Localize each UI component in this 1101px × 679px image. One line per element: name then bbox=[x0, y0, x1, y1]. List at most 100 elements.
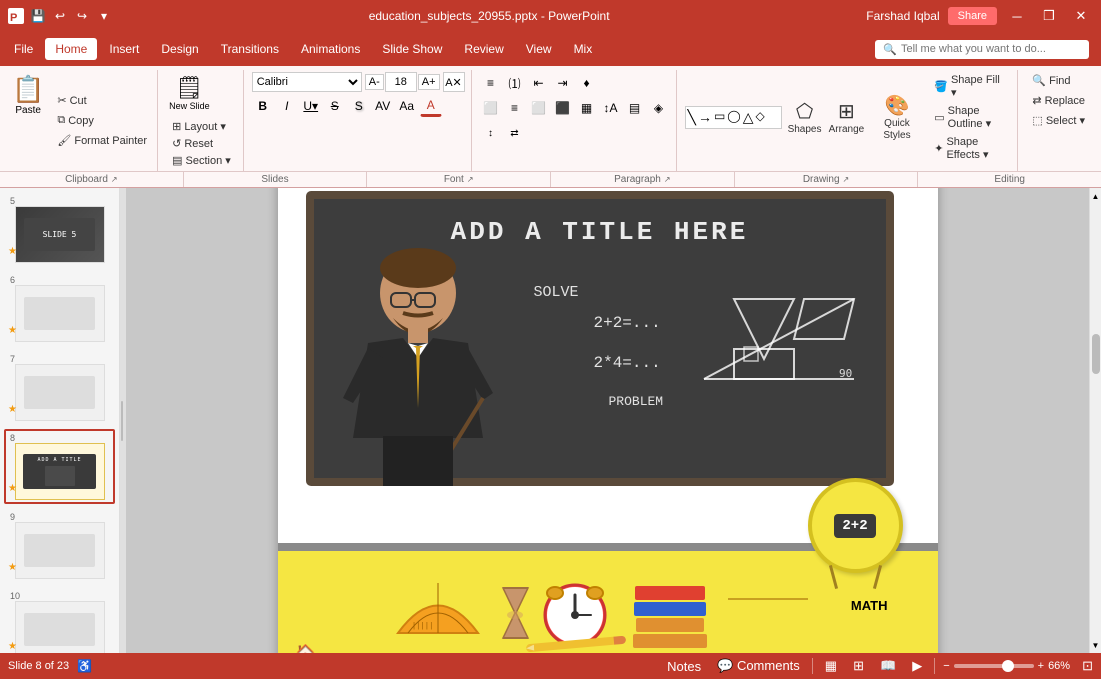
layout-button[interactable]: ⊞ Layout▾ bbox=[166, 118, 237, 135]
scroll-thumb[interactable] bbox=[1092, 334, 1100, 374]
shape-oval[interactable]: ◯ bbox=[727, 109, 740, 126]
menu-mix[interactable]: Mix bbox=[564, 38, 603, 60]
search-input[interactable] bbox=[901, 43, 1081, 55]
search-box[interactable]: 🔍 bbox=[875, 40, 1089, 59]
smartart-button[interactable]: ♦ bbox=[576, 72, 598, 94]
new-slide-button[interactable]: 🗒 New Slide bbox=[166, 72, 213, 114]
zoom-out-button[interactable]: − bbox=[943, 660, 949, 672]
arrange-button[interactable]: ⊞ Arrange bbox=[827, 97, 866, 139]
customize-icon[interactable]: ▾ bbox=[96, 8, 112, 24]
bold-button[interactable]: B bbox=[252, 95, 274, 117]
select-button[interactable]: ⬚ Select ▾ bbox=[1026, 112, 1091, 129]
paragraph-expand-icon[interactable]: ↗ bbox=[664, 175, 671, 184]
redo-icon[interactable]: ↪ bbox=[74, 8, 90, 24]
scroll-up-button[interactable]: ▲ bbox=[1090, 188, 1101, 204]
increase-font-button[interactable]: A+ bbox=[418, 74, 440, 90]
zoom-slider-thumb[interactable] bbox=[1002, 660, 1014, 672]
slide-thumb-9[interactable]: 9 ★ bbox=[4, 508, 115, 583]
font-size-input[interactable] bbox=[385, 72, 417, 92]
align-right-button[interactable]: ⬜ bbox=[528, 97, 550, 119]
align-center-button[interactable]: ≡ bbox=[504, 97, 526, 119]
close-button[interactable]: ✕ bbox=[1069, 4, 1093, 28]
copy-button[interactable]: ⧉ Copy bbox=[51, 112, 153, 129]
font-color-button[interactable]: A bbox=[420, 95, 442, 117]
justify-button[interactable]: ⬛ bbox=[552, 97, 574, 119]
save-icon[interactable]: 💾 bbox=[30, 8, 46, 24]
slide-thumb-5[interactable]: 5 SLIDE 5 ★ bbox=[4, 192, 115, 267]
menu-animations[interactable]: Animations bbox=[291, 38, 370, 60]
comments-button[interactable]: 💬 Comments bbox=[713, 656, 804, 676]
char-spacing-button[interactable]: AV bbox=[372, 95, 394, 117]
zoom-in-button[interactable]: + bbox=[1038, 660, 1044, 672]
notes-button[interactable]: Notes bbox=[663, 657, 705, 676]
fit-button[interactable]: ⊡ bbox=[1082, 658, 1093, 674]
paste-button[interactable]: 📋 Paste bbox=[8, 70, 48, 120]
slide-sorter-button[interactable]: ⊞ bbox=[849, 656, 868, 676]
paragraph-direction-button[interactable]: ⇄ bbox=[504, 122, 526, 144]
find-button[interactable]: 🔍 Find bbox=[1026, 72, 1091, 89]
status-divider2 bbox=[934, 658, 935, 674]
font-expand-icon[interactable]: ↗ bbox=[467, 175, 474, 184]
paste-icon: 📋 bbox=[12, 74, 44, 105]
strikethrough-button[interactable]: S bbox=[324, 95, 346, 117]
shadow-button[interactable]: S bbox=[348, 95, 370, 117]
reading-view-button[interactable]: 📖 bbox=[876, 656, 900, 676]
shape-rect[interactable]: ▭ bbox=[714, 109, 725, 126]
undo-icon[interactable]: ↩ bbox=[52, 8, 68, 24]
columns-button[interactable]: ▦ bbox=[576, 97, 598, 119]
slide-thumb-8[interactable]: 8 ADD A TITLE ★ bbox=[4, 429, 115, 504]
shape-line[interactable]: ╲ bbox=[688, 109, 696, 126]
font-name-select[interactable]: Calibri bbox=[252, 72, 362, 92]
reset-icon: ↺ bbox=[172, 137, 181, 150]
text-direction-button[interactable]: ↕A bbox=[600, 97, 622, 119]
slide-thumb-6[interactable]: 6 ★ bbox=[4, 271, 115, 346]
align-left-button[interactable]: ⬜ bbox=[480, 97, 502, 119]
slide-thumb-10[interactable]: 10 ★ bbox=[4, 587, 115, 653]
quick-styles-button[interactable]: 🎨 Quick Styles bbox=[870, 91, 925, 145]
menu-file[interactable]: File bbox=[4, 38, 43, 60]
menu-slideshow[interactable]: Slide Show bbox=[372, 38, 452, 60]
decrease-indent-button[interactable]: ⇤ bbox=[528, 72, 550, 94]
convert-smartart-button[interactable]: ◈ bbox=[648, 97, 670, 119]
clipboard-expand-icon[interactable]: ↗ bbox=[111, 175, 118, 184]
menu-insert[interactable]: Insert bbox=[99, 38, 149, 60]
reset-button[interactable]: ↺ Reset bbox=[166, 135, 237, 152]
menu-view[interactable]: View bbox=[516, 38, 562, 60]
italic-button[interactable]: I bbox=[276, 95, 298, 117]
share-button[interactable]: Share bbox=[948, 7, 997, 25]
underline-button[interactable]: U▾ bbox=[300, 95, 322, 117]
cut-button[interactable]: ✂ Cut bbox=[51, 92, 153, 109]
scroll-track[interactable] bbox=[1091, 204, 1101, 637]
zoom-slider[interactable] bbox=[954, 664, 1034, 668]
menu-home[interactable]: Home bbox=[45, 38, 97, 60]
menu-transitions[interactable]: Transitions bbox=[211, 38, 289, 60]
bullets-button[interactable]: ≡ bbox=[480, 72, 502, 94]
menu-review[interactable]: Review bbox=[454, 38, 513, 60]
numbering-button[interactable]: ⑴ bbox=[504, 72, 526, 94]
slide-thumb-7[interactable]: 7 ★ bbox=[4, 350, 115, 425]
normal-view-button[interactable]: ▦ bbox=[821, 656, 841, 676]
align-text-button[interactable]: ▤ bbox=[624, 97, 646, 119]
shape-triangle[interactable]: △ bbox=[743, 109, 754, 126]
shape-effects-button[interactable]: ✦ Shape Effects ▾ bbox=[928, 134, 1011, 163]
line-spacing-button[interactable]: ↕ bbox=[480, 122, 502, 144]
shapes-button[interactable]: ⬠ Shapes bbox=[786, 97, 823, 139]
shape-diamond[interactable]: ◇ bbox=[756, 109, 765, 126]
shape-fill-button[interactable]: 🪣 Shape Fill ▾ bbox=[928, 72, 1011, 101]
replace-button[interactable]: ⇄ Replace bbox=[1026, 92, 1091, 109]
decrease-font-button[interactable]: A- bbox=[365, 74, 384, 90]
increase-indent-button[interactable]: ⇥ bbox=[552, 72, 574, 94]
font-case-button[interactable]: Aa bbox=[396, 95, 418, 117]
section-button[interactable]: ▤ Section▾ bbox=[166, 152, 237, 169]
menu-design[interactable]: Design bbox=[151, 38, 208, 60]
shape-outline-button[interactable]: ▭ Shape Outline ▾ bbox=[928, 103, 1011, 132]
clear-format-button[interactable]: A✕ bbox=[443, 72, 465, 92]
restore-button[interactable]: ❒ bbox=[1037, 4, 1061, 28]
drawing-expand-icon[interactable]: ↗ bbox=[843, 175, 850, 184]
shape-arrow[interactable]: → bbox=[698, 109, 712, 126]
accessibility-button[interactable]: ♿ bbox=[77, 659, 92, 673]
scroll-down-button[interactable]: ▼ bbox=[1090, 637, 1101, 653]
minimize-button[interactable]: ─ bbox=[1005, 4, 1029, 28]
slideshow-button[interactable]: ▶ bbox=[908, 656, 926, 676]
format-painter-button[interactable]: 🖌 Format Painter bbox=[51, 132, 153, 149]
